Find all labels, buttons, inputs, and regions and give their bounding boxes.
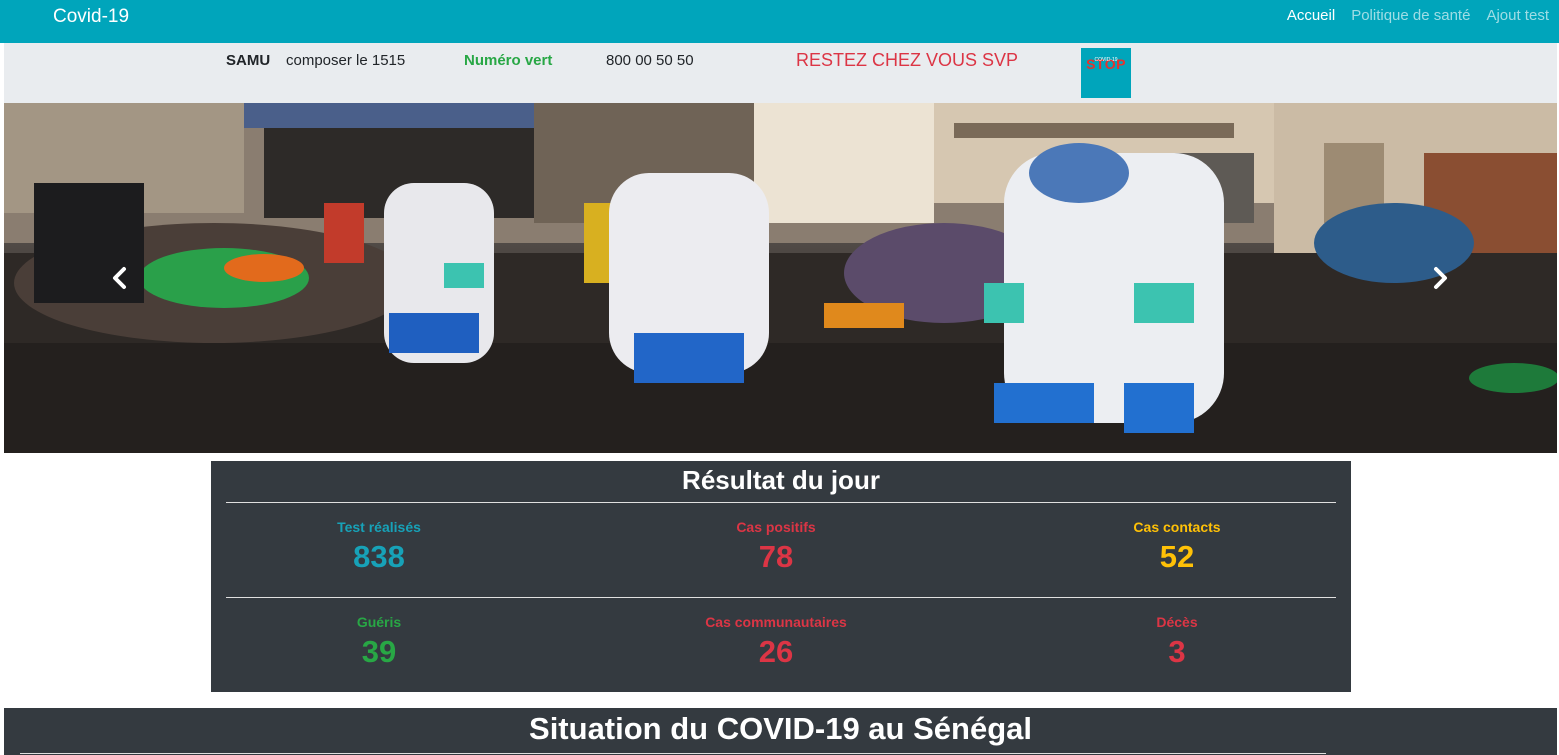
- stat-deaths: Décès 3: [1027, 614, 1327, 670]
- stat-contact-cases: Cas contacts 52: [1027, 519, 1327, 575]
- numero-vert-label: Numéro vert: [464, 52, 553, 69]
- situation-section: Situation du COVID-19 au Sénégal: [4, 708, 1557, 755]
- stat-label: Test réalisés: [337, 519, 421, 535]
- navbar: Covid-19 Accueil Politique de santé Ajou…: [0, 0, 1559, 43]
- stat-label: Cas contacts: [1133, 519, 1221, 535]
- chevron-right-icon: [1434, 267, 1447, 289]
- daily-results-panel: Résultat du jour Test réalisés 838 Cas p…: [211, 461, 1351, 692]
- stat-label: Guéris: [356, 614, 402, 630]
- nav-links: Accueil Politique de santé Ajout test: [1287, 7, 1549, 24]
- stop-covid-logo-sub: COVID-19: [1094, 57, 1118, 63]
- chevron-left-icon: [113, 267, 126, 289]
- stat-value: 3: [1168, 634, 1186, 669]
- carousel: [4, 103, 1557, 453]
- stay-home-message: RESTEZ CHEZ VOUS SVP: [796, 50, 1019, 70]
- stat-label: Cas communautaires: [705, 614, 847, 630]
- carousel-prev-button[interactable]: [108, 263, 132, 293]
- brand-link[interactable]: Covid-19: [53, 6, 129, 28]
- stat-value: 52: [1159, 539, 1195, 574]
- numero-vert-number: 800 00 50 50: [606, 52, 694, 69]
- nav-link-politique-de-sante[interactable]: Politique de santé: [1351, 7, 1470, 24]
- stat-value: 78: [758, 539, 794, 574]
- stat-label: Décès: [1156, 614, 1198, 630]
- stat-tests: Test réalisés 838: [229, 519, 529, 575]
- carousel-next-button[interactable]: [1428, 263, 1452, 293]
- info-bar: SAMU composer le 1515 Numéro vert 800 00…: [4, 43, 1557, 103]
- divider: [226, 502, 1336, 503]
- carousel-image: [4, 103, 1557, 453]
- nav-link-ajout-test[interactable]: Ajout test: [1486, 7, 1549, 24]
- samu-number-text: composer le 1515: [286, 52, 406, 69]
- results-title: Résultat du jour: [682, 465, 880, 495]
- stat-recovered: Guéris 39: [229, 614, 529, 670]
- stat-value: 838: [353, 539, 405, 574]
- samu-label: SAMU: [226, 52, 271, 69]
- situation-title: Situation du COVID-19 au Sénégal: [529, 711, 1032, 746]
- nav-link-accueil[interactable]: Accueil: [1287, 7, 1335, 24]
- stat-value: 26: [758, 634, 794, 669]
- divider: [226, 597, 1336, 598]
- stat-positive-cases: Cas positifs 78: [626, 519, 926, 575]
- divider: [20, 753, 1326, 754]
- stat-label: Cas positifs: [736, 519, 816, 535]
- stat-community-cases: Cas communautaires 26: [626, 614, 926, 670]
- stat-value: 39: [361, 634, 397, 669]
- stop-covid-logo: STOP COVID-19: [1081, 48, 1131, 98]
